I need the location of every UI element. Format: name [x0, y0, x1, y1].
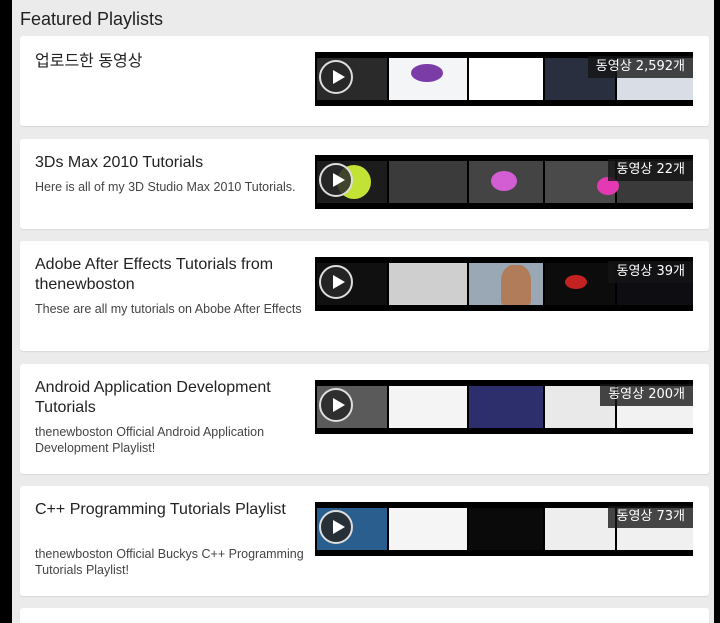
playlist-card[interactable]: 3Ds Max 2010 Tutorials Here is all of my… [20, 139, 709, 229]
play-icon[interactable] [319, 60, 353, 94]
playlist-thumbnail[interactable]: 동영상 73개 [315, 502, 693, 556]
playlist-card[interactable]: 업로드한 동영상 동영상 2,592개 [20, 36, 709, 126]
video-count-badge: 동영상 22개 [608, 159, 693, 181]
playlist-title[interactable]: 3Ds Max 2010 Tutorials [35, 153, 305, 173]
right-edge [714, 0, 720, 623]
video-count-badge: 동영상 73개 [608, 506, 693, 528]
video-count-badge: 동영상 2,592개 [587, 56, 693, 78]
playlist-description: Here is all of my 3D Studio Max 2010 Tut… [35, 180, 296, 194]
play-icon[interactable] [319, 388, 353, 422]
playlist-title[interactable]: 업로드한 동영상 [35, 52, 305, 72]
playlist-thumbnail[interactable]: 동영상 22개 [315, 155, 693, 209]
section-title: Featured Playlists [20, 9, 164, 29]
play-icon[interactable] [319, 265, 353, 299]
playlist-card[interactable]: Android Application Development Tutorial… [20, 364, 709, 474]
playlist-description: thenewboston Official Android Applicatio… [35, 425, 265, 455]
playlist-title[interactable]: C++ Programming Tutorials Playlist [35, 500, 305, 520]
playlist-thumbnail[interactable]: 동영상 2,592개 [315, 52, 693, 106]
playlist-description: These are all my tutorials on Abobe Afte… [35, 302, 302, 316]
left-edge [0, 0, 12, 623]
playlist-card[interactable] [20, 608, 709, 623]
playlist-thumbnail[interactable]: 동영상 39개 [315, 257, 693, 311]
playlist-thumbnail[interactable]: 동영상 200개 [315, 380, 693, 434]
play-icon[interactable] [319, 510, 353, 544]
playlist-description: thenewboston Official Buckys C++ Program… [35, 547, 304, 577]
playlist-title[interactable]: Android Application Development Tutorial… [35, 378, 305, 418]
playlist-card[interactable]: C++ Programming Tutorials Playlist thene… [20, 486, 709, 596]
play-icon[interactable] [319, 163, 353, 197]
video-count-badge: 동영상 39개 [608, 261, 693, 283]
playlist-title[interactable]: Adobe After Effects Tutorials from thene… [35, 255, 305, 295]
playlist-card[interactable]: Adobe After Effects Tutorials from thene… [20, 241, 709, 351]
video-count-badge: 동영상 200개 [600, 384, 693, 406]
featured-playlists-page: Featured Playlists 업로드한 동영상 동영상 2,592개 3… [0, 0, 720, 623]
